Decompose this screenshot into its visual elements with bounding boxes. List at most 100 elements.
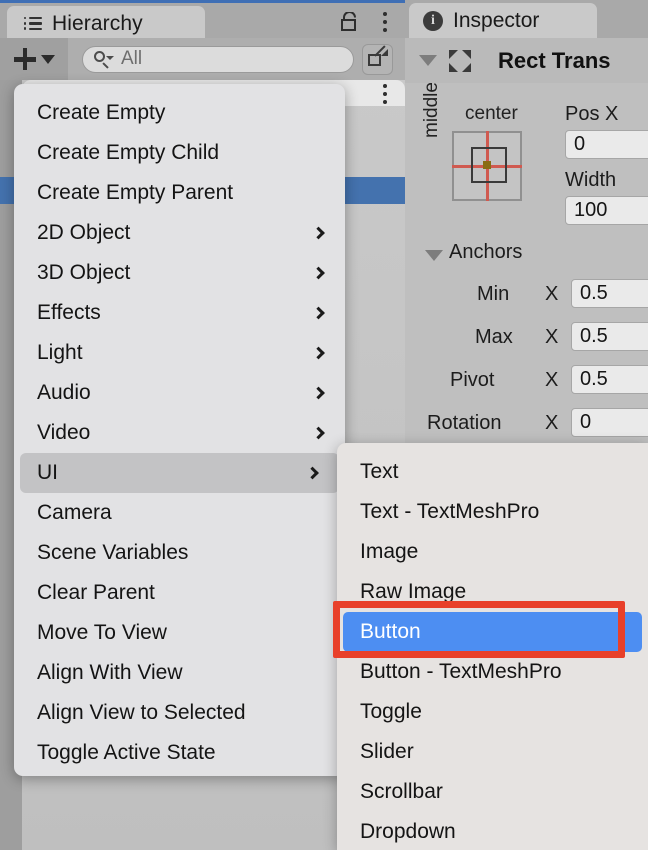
plus-icon — [13, 48, 36, 70]
open-in-new-window-icon[interactable] — [362, 43, 393, 75]
ui-submenu-item-label: Text — [360, 460, 399, 483]
tab-hierarchy[interactable]: Hierarchy — [7, 6, 205, 41]
context-menu-item-create-empty-parent[interactable]: Create Empty Parent — [14, 173, 345, 213]
context-menu-item-camera[interactable]: Camera — [14, 493, 345, 533]
chevron-right-icon — [312, 266, 325, 280]
anchors-foldout-icon[interactable] — [425, 250, 443, 261]
create-button[interactable] — [0, 38, 68, 80]
context-menu-item-clear-parent[interactable]: Clear Parent — [14, 573, 345, 613]
rotation-label: Rotation — [427, 412, 502, 434]
pos-x-label: Pos X — [565, 103, 619, 125]
hierarchy-kebab-icon[interactable] — [383, 12, 387, 32]
inspector-tab-label: Inspector — [453, 8, 540, 32]
context-menu-item-move-to-view[interactable]: Move To View — [14, 613, 345, 653]
ui-submenu-item-label: Slider — [360, 740, 414, 763]
hierarchy-card-kebab-icon[interactable] — [383, 84, 387, 104]
rect-transform-icon — [448, 49, 472, 73]
pivot-x-input[interactable]: 0.5 — [571, 365, 648, 394]
ui-submenu-item-scrollbar[interactable]: Scrollbar — [337, 772, 648, 812]
context-menu-item-label: Create Empty Child — [37, 141, 220, 164]
chevron-right-icon — [312, 226, 325, 240]
context-menu-item-ui[interactable]: UI — [20, 453, 339, 493]
context-menu-item-label: Scene Variables — [37, 541, 189, 564]
context-menu-item-label: Create Empty — [37, 101, 166, 124]
context-menu-item-2d-object[interactable]: 2D Object — [14, 213, 345, 253]
anchors-section-label: Anchors — [449, 241, 523, 263]
context-menu-item-label: Toggle Active State — [37, 741, 216, 764]
ui-submenu-item-label: Raw Image — [360, 580, 467, 603]
anchor-max-label: Max — [475, 326, 513, 348]
context-menu-item-label: Audio — [37, 381, 91, 404]
anchor-min-label: Min — [477, 283, 510, 305]
search-input[interactable]: All — [82, 45, 354, 73]
context-menu-item-align-view-to-selected[interactable]: Align View to Selected — [14, 693, 345, 733]
anchor-min-x-input[interactable]: 0.5 — [571, 279, 648, 308]
anchor-vertical-label: middle — [421, 82, 442, 138]
context-menu-item-create-empty-child[interactable]: Create Empty Child — [14, 133, 345, 173]
triangle-down-icon[interactable] — [419, 55, 437, 66]
rotation-axis-label: X — [545, 412, 559, 434]
context-menu-item-audio[interactable]: Audio — [14, 373, 345, 413]
context-menu-item-align-with-view[interactable]: Align With View — [14, 653, 345, 693]
hierarchy-tab-label: Hierarchy — [52, 11, 143, 35]
context-menu-item-label: UI — [37, 461, 58, 484]
ui-submenu-item-image[interactable]: Image — [337, 532, 648, 572]
anchor-min-axis-label: X — [545, 283, 559, 305]
rotation-x-input[interactable]: 0 — [571, 408, 648, 437]
ui-submenu-item-text[interactable]: Text — [337, 452, 648, 492]
ui-submenu-item-label: Dropdown — [360, 820, 456, 843]
pivot-dot — [483, 161, 491, 169]
ui-submenu-item-slider[interactable]: Slider — [337, 732, 648, 772]
ui-submenu-item-text-textmeshpro[interactable]: Text - TextMeshPro — [337, 492, 648, 532]
ui-submenu-item-label: Button - TextMeshPro — [360, 660, 562, 683]
context-menu-item-label: Align With View — [37, 661, 183, 684]
hierarchy-toolbar: All — [0, 38, 405, 80]
ui-submenu-item-button-textmeshpro[interactable]: Button - TextMeshPro — [337, 652, 648, 692]
context-menu-item-effects[interactable]: Effects — [14, 293, 345, 333]
tab-inspector[interactable]: i Inspector — [409, 3, 597, 38]
chevron-right-icon — [312, 426, 325, 440]
chevron-right-icon — [312, 306, 325, 320]
context-menu-item-video[interactable]: Video — [14, 413, 345, 453]
context-menu-item-label: Move To View — [37, 621, 167, 644]
anchor-max-axis-label: X — [545, 326, 559, 348]
context-menu-item-label: Align View to Selected — [37, 701, 246, 724]
context-menu-item-3d-object[interactable]: 3D Object — [14, 253, 345, 293]
context-menu-item-label: Light — [37, 341, 83, 364]
anchor-preset-widget[interactable] — [452, 131, 522, 201]
create-context-menu[interactable]: Create Empty Create Empty Child Create Emp… — [14, 84, 345, 776]
list-icon — [23, 16, 43, 31]
ui-submenu-item-label: Scrollbar — [360, 780, 443, 803]
ui-submenu-item-toggle[interactable]: Toggle — [337, 692, 648, 732]
width-label: Width — [565, 169, 617, 191]
context-menu-item-label: 3D Object — [37, 261, 131, 284]
unity-editor-window: Hierarchy All center middle Pos X 0 Widt… — [0, 0, 648, 850]
info-icon: i — [423, 10, 443, 31]
chevron-right-icon — [312, 386, 325, 400]
context-menu-item-scene-variables[interactable]: Scene Variables — [14, 533, 345, 573]
chevron-right-icon — [312, 346, 325, 360]
chevron-down-icon[interactable] — [40, 54, 55, 64]
search-placeholder: All — [121, 48, 143, 69]
ui-submenu-item-raw-image[interactable]: Raw Image — [337, 572, 648, 612]
anchor-max-x-input[interactable]: 0.5 — [571, 322, 648, 351]
width-input[interactable]: 100 — [565, 196, 648, 225]
inspector-titlebar: i Inspector — [405, 0, 648, 38]
context-menu-item-create-empty[interactable]: Create Empty — [14, 93, 345, 133]
ui-submenu-item-dropdown[interactable]: Dropdown — [337, 812, 648, 850]
rect-transform-component-header[interactable]: Rect Trans — [405, 38, 648, 83]
context-menu-item-label: Video — [37, 421, 91, 444]
ui-submenu-item-label: Text - TextMeshPro — [360, 500, 540, 523]
context-menu-item-label: Effects — [37, 301, 101, 324]
ui-submenu-item-button[interactable]: Button — [343, 612, 642, 652]
pos-x-input[interactable]: 0 — [565, 130, 648, 159]
search-icon — [94, 51, 114, 68]
anchor-horizontal-label: center — [465, 103, 518, 124]
hierarchy-titlebar: Hierarchy — [0, 0, 405, 41]
lock-icon[interactable] — [341, 12, 358, 31]
ui-submenu-item-label: Image — [360, 540, 419, 563]
context-menu-item-light[interactable]: Light — [14, 333, 345, 373]
context-menu-item-toggle-active-state[interactable]: Toggle Active State — [14, 733, 345, 773]
ui-submenu[interactable]: Text Text - TextMeshPro Image Raw Image Butt… — [337, 443, 648, 850]
context-menu-item-label: Camera — [37, 501, 112, 524]
